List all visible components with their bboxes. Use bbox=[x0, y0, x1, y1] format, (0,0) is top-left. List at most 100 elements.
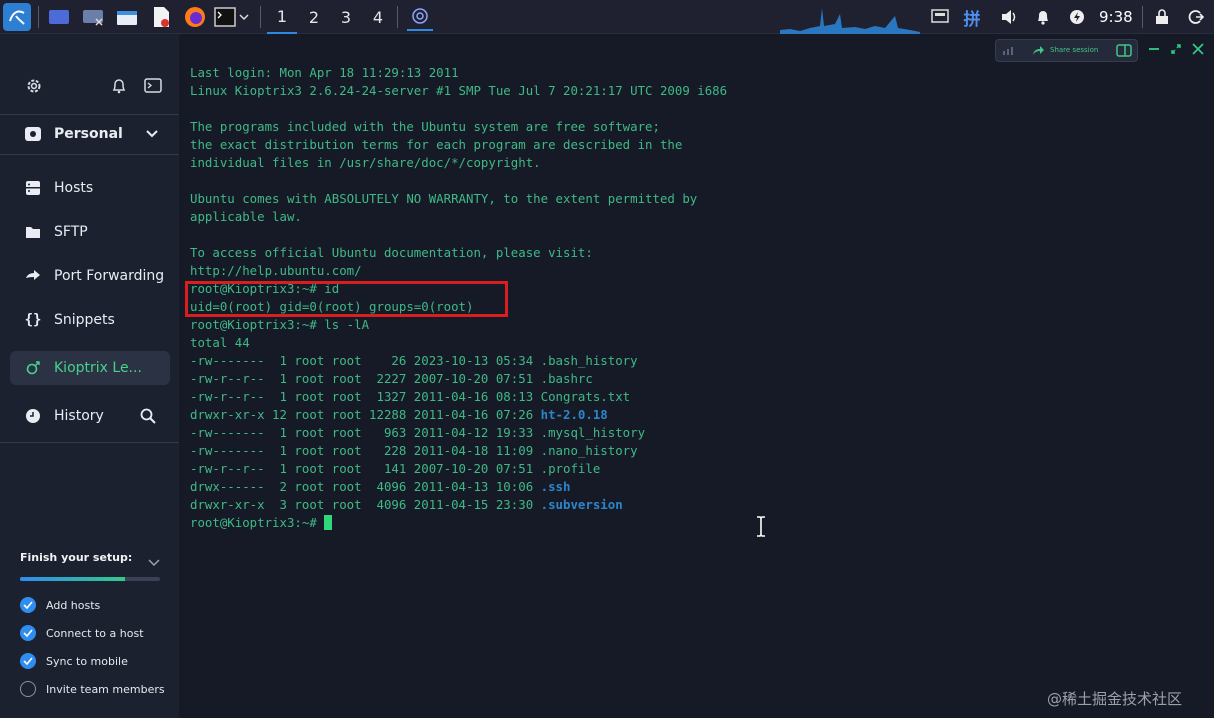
terminal-pane[interactable]: Share session Last login: Mon Apr 18 11:… bbox=[179, 34, 1214, 718]
bell-icon[interactable] bbox=[1031, 5, 1055, 29]
braces-icon: {} bbox=[24, 312, 42, 328]
terminal-line: http://help.ubuntu.com/ bbox=[190, 263, 362, 278]
terminal-line: root@Kioptrix3:~# ls -lA bbox=[190, 317, 370, 332]
lock-icon[interactable] bbox=[1150, 5, 1174, 29]
text-cursor-icon bbox=[757, 516, 765, 537]
listing-directory-name: ht-2.0.18 bbox=[540, 407, 608, 422]
setup-item-connect[interactable]: Connect to a host bbox=[20, 624, 144, 642]
terminal-line: Linux Kioptrix3 2.6.24-24-server #1 SMP … bbox=[190, 83, 728, 98]
terminal-line: Last login: Mon Apr 18 11:29:13 2011 bbox=[190, 65, 459, 80]
listing-file-name: .bash_history bbox=[540, 353, 638, 368]
setup-item-label: Sync to mobile bbox=[46, 654, 128, 668]
window-switcher-icon[interactable] bbox=[81, 5, 105, 29]
hosts-icon bbox=[24, 179, 42, 197]
share-icon bbox=[1032, 45, 1044, 58]
notification-bell-icon[interactable] bbox=[107, 74, 131, 98]
termius-task-icon[interactable] bbox=[407, 3, 433, 31]
active-host-label: Kioptrix Le... bbox=[54, 360, 142, 376]
sidebar: Personal Hosts SFTP Port Forwarding {} S… bbox=[0, 34, 179, 718]
chevron-down-icon bbox=[145, 127, 159, 143]
chevron-down-icon[interactable] bbox=[148, 552, 160, 571]
listing-meta: -rw-r--r-- 1 root root 2227 2007-10-20 0… bbox=[190, 371, 541, 386]
input-method-icon[interactable]: 拼 bbox=[960, 5, 984, 30]
power-manager-icon[interactable] bbox=[1065, 5, 1089, 29]
setup-progress-bar bbox=[20, 577, 160, 581]
listing-meta: -rw------- 1 root root 26 2023-10-13 05:… bbox=[190, 353, 541, 368]
listing-row: -rw------- 1 root root 26 2023-10-13 05:… bbox=[190, 353, 638, 368]
share-session-button[interactable]: Share session bbox=[1050, 46, 1098, 54]
logout-icon[interactable] bbox=[1184, 5, 1208, 29]
listing-file-name: .nano_history bbox=[540, 443, 638, 458]
setup-item-label: Connect to a host bbox=[46, 626, 144, 640]
check-icon bbox=[20, 597, 36, 613]
arrow-icon bbox=[24, 267, 42, 285]
terminal-line: the exact distribution terms for each pr… bbox=[190, 137, 683, 152]
terminal-line: individual files in /usr/share/doc/*/cop… bbox=[190, 155, 541, 170]
volume-icon[interactable] bbox=[997, 5, 1021, 29]
clock: 9:38 bbox=[1099, 8, 1133, 26]
sidebar-item-history[interactable]: History bbox=[0, 396, 179, 436]
terminal-line: total 44 bbox=[190, 335, 250, 350]
vault-icon bbox=[24, 125, 42, 143]
workspace-4[interactable]: 4 bbox=[363, 0, 393, 34]
kali-menu-icon[interactable] bbox=[3, 3, 31, 31]
vault-selector[interactable]: Personal bbox=[0, 114, 179, 154]
listing-directory-name: .ssh bbox=[540, 479, 571, 494]
firefox-icon[interactable] bbox=[183, 5, 207, 29]
listing-file-name: .bashrc bbox=[540, 371, 593, 386]
sidebar-item-port-forwarding[interactable]: Port Forwarding bbox=[0, 256, 179, 296]
text-editor-icon[interactable] bbox=[149, 5, 173, 29]
listing-row: -rw------- 1 root root 963 2011-04-12 19… bbox=[190, 425, 645, 440]
restore-icon[interactable] bbox=[1170, 40, 1182, 59]
terminal-icon[interactable] bbox=[213, 5, 237, 29]
listing-meta: drwxr-xr-x 12 root root 12288 2011-04-16… bbox=[190, 407, 541, 422]
settings-gear-icon[interactable] bbox=[22, 74, 46, 98]
sidebar-item-snippets[interactable]: {} Snippets bbox=[0, 300, 179, 340]
sidebar-item-hosts[interactable]: Hosts bbox=[0, 168, 179, 208]
setup-item-invite[interactable]: Invite team members bbox=[20, 680, 165, 698]
listing-row: -rw------- 1 root root 228 2011-04-18 11… bbox=[190, 443, 638, 458]
empty-circle-icon bbox=[20, 681, 36, 697]
setup-item-sync[interactable]: Sync to mobile bbox=[20, 652, 128, 670]
terminal-line: Ubuntu comes with ABSOLUTELY NO WARRANTY… bbox=[190, 191, 698, 206]
listing-meta: -rw-r--r-- 1 root root 1327 2011-04-16 0… bbox=[190, 389, 541, 404]
sidebar-item-active-host[interactable]: Kioptrix Le... bbox=[0, 348, 179, 388]
listing-meta: -rw-r--r-- 1 root root 141 2007-10-20 07… bbox=[190, 461, 541, 476]
local-terminal-icon[interactable] bbox=[141, 74, 165, 98]
desktop-icon[interactable] bbox=[47, 5, 71, 29]
chevron-down-icon[interactable] bbox=[237, 5, 251, 29]
split-view-icon[interactable] bbox=[1116, 44, 1132, 59]
listing-file-name: .mysql_history bbox=[540, 425, 646, 440]
file-manager-icon[interactable] bbox=[115, 5, 139, 29]
cpu-graph bbox=[780, 8, 920, 34]
listing-meta: -rw------- 1 root root 228 2011-04-18 11… bbox=[190, 443, 541, 458]
search-icon[interactable] bbox=[140, 408, 156, 428]
check-icon bbox=[20, 653, 36, 669]
setup-item-label: Invite team members bbox=[46, 682, 165, 696]
listing-file-name: .profile bbox=[540, 461, 601, 476]
screen-icon[interactable] bbox=[928, 5, 952, 29]
listing-directory-name: .subversion bbox=[540, 497, 623, 512]
watermark: @稀土掘金技术社区 bbox=[1047, 690, 1183, 708]
divider bbox=[0, 442, 179, 443]
workspace-1[interactable]: 1 bbox=[267, 0, 297, 34]
setup-title: Finish your setup: bbox=[20, 551, 133, 564]
signal-icon bbox=[1003, 46, 1023, 55]
shell-prompt: root@Kioptrix3:~# bbox=[190, 515, 325, 530]
listing-row: drwxr-xr-x 12 root root 12288 2011-04-16… bbox=[190, 407, 608, 422]
sidebar-item-sftp[interactable]: SFTP bbox=[0, 212, 179, 252]
workspace-3[interactable]: 3 bbox=[331, 0, 361, 34]
sidebar-item-label: Hosts bbox=[54, 180, 94, 196]
terminal-cursor bbox=[324, 515, 333, 530]
close-icon[interactable] bbox=[1192, 40, 1204, 59]
listing-row: -rw-r--r-- 1 root root 141 2007-10-20 07… bbox=[190, 461, 600, 476]
workspace-2[interactable]: 2 bbox=[299, 0, 329, 34]
sidebar-item-label: History bbox=[54, 408, 104, 424]
listing-meta: -rw------- 1 root root 963 2011-04-12 19… bbox=[190, 425, 541, 440]
host-connection-icon bbox=[24, 359, 42, 377]
minimize-icon[interactable] bbox=[1148, 40, 1160, 59]
setup-item-add-hosts[interactable]: Add hosts bbox=[20, 596, 100, 614]
taskbar: 1 2 3 4 拼 9:38 bbox=[0, 0, 1214, 34]
share-session-toolbar: Share session bbox=[995, 39, 1138, 62]
divider bbox=[0, 154, 179, 155]
